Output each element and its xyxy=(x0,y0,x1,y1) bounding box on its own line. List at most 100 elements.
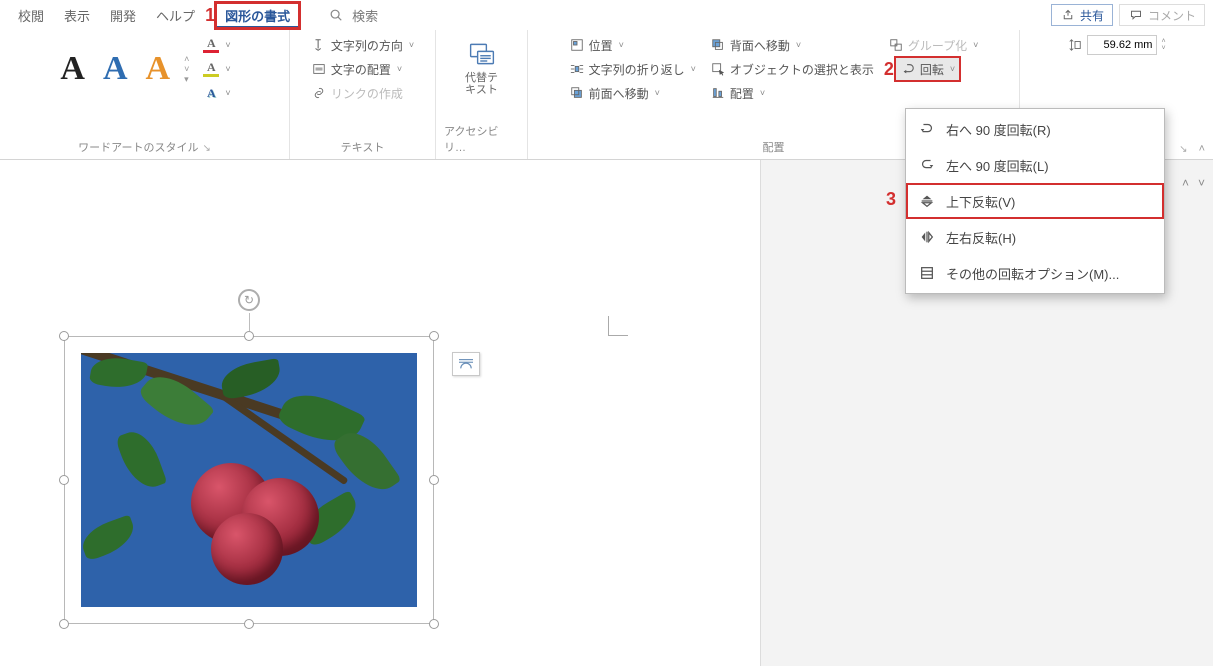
callout-1: 1 xyxy=(205,5,215,26)
group-accessibility: 代替テキスト アクセシビリ… xyxy=(436,30,528,159)
height-input[interactable] xyxy=(1087,35,1157,55)
alt-text-icon xyxy=(466,38,498,70)
align-text-label: 文字の配置 xyxy=(331,61,391,78)
resize-handle[interactable] xyxy=(59,475,69,485)
wordart-sample-2[interactable]: A xyxy=(97,50,134,88)
text-outline-button[interactable]: A ˅ xyxy=(199,58,234,80)
page-canvas[interactable]: ↻ xyxy=(0,160,760,666)
resize-handle[interactable] xyxy=(59,331,69,341)
tab-view[interactable]: 表示 xyxy=(54,2,100,29)
scroll-down-icon[interactable]: ˅ xyxy=(1198,176,1205,190)
chevron-down-icon: ˅ xyxy=(760,88,765,98)
chevron-down-icon: ˅ xyxy=(796,40,801,50)
tab-shape-format[interactable]: 図形の書式 xyxy=(215,2,300,29)
share-button[interactable]: 共有 xyxy=(1051,4,1113,26)
rotate-icon xyxy=(900,61,916,77)
wordart-sample-1[interactable]: A xyxy=(54,50,91,88)
search-icon xyxy=(328,7,344,23)
selection-pane-button[interactable]: オブジェクトの選択と表示 xyxy=(706,58,878,80)
text-direction-button[interactable]: 文字列の方向 ˅ xyxy=(307,34,418,56)
height-spinner[interactable]: ˄˅ xyxy=(1161,38,1165,52)
flip-horizontal[interactable]: 左右反転(H) xyxy=(906,219,1164,255)
chevron-down-icon: ˅ xyxy=(225,88,230,98)
group-icon xyxy=(888,37,904,53)
search-label: 検索 xyxy=(352,6,378,25)
group-text: 文字列の方向 ˅ 文字の配置 ˅ リンクの作成 テキスト xyxy=(290,30,436,159)
text-direction-icon xyxy=(311,37,327,53)
send-backward-button[interactable]: 背面へ移動˅ xyxy=(706,34,878,56)
layout-options-chip[interactable] xyxy=(452,352,480,376)
comment-button[interactable]: コメント xyxy=(1119,4,1205,26)
rotate-right-icon xyxy=(918,120,936,138)
dialog-launcher-icon[interactable]: ↘ xyxy=(1179,144,1187,155)
resize-handle[interactable] xyxy=(429,475,439,485)
wrap-text-icon xyxy=(569,61,585,77)
group-objects-button[interactable]: グループ化˅ xyxy=(884,34,983,56)
wordart-sample-3[interactable]: A xyxy=(140,50,177,88)
text-fill-icon: A xyxy=(203,37,219,53)
text-effects-icon: A xyxy=(203,85,219,101)
selection-pane-label: オブジェクトの選択と表示 xyxy=(730,61,874,78)
resize-handle[interactable] xyxy=(244,331,254,341)
resize-handle[interactable] xyxy=(429,331,439,341)
collapse-ribbon-icon[interactable]: ˄ xyxy=(1199,143,1205,155)
rotate-right-90[interactable]: 右へ 90 度回転(R) xyxy=(906,111,1164,147)
wordart-gallery[interactable]: A A A ˄˅▾ xyxy=(54,50,189,88)
dialog-launcher-icon[interactable]: ↘ xyxy=(202,143,210,154)
tab-developer[interactable]: 開発 xyxy=(100,2,146,29)
align-text-icon xyxy=(311,61,327,77)
bring-forward-button[interactable]: 前面へ移動 ˅ xyxy=(565,82,700,104)
chevron-down-icon: ˅ xyxy=(691,64,696,74)
wordart-gallery-more[interactable]: ˄˅▾ xyxy=(184,55,189,83)
search-area[interactable]: 検索 xyxy=(328,6,378,25)
selection-pane-icon xyxy=(710,61,726,77)
resize-handle[interactable] xyxy=(244,619,254,629)
rotate-label: 回転 xyxy=(920,61,944,78)
position-button[interactable]: 位置˅ xyxy=(565,34,700,56)
callout-3: 3 xyxy=(886,189,896,210)
share-label: 共有 xyxy=(1080,7,1104,24)
bring-forward-label: 前面へ移動 xyxy=(589,85,649,102)
align-text-button[interactable]: 文字の配置 ˅ xyxy=(307,58,418,80)
text-outline-icon: A xyxy=(203,61,219,77)
comment-label: コメント xyxy=(1148,7,1196,24)
selected-picture[interactable]: ↻ xyxy=(64,336,434,624)
resize-handle[interactable] xyxy=(429,619,439,629)
wrap-text-button[interactable]: 文字列の折り返し˅ xyxy=(565,58,700,80)
alt-text-button[interactable]: 代替テキスト xyxy=(452,34,512,100)
chevron-down-icon: ˅ xyxy=(225,64,230,74)
rotate-left-90[interactable]: 左へ 90 度回転(L) xyxy=(906,147,1164,183)
height-icon xyxy=(1067,37,1083,53)
tab-help[interactable]: ヘルプ xyxy=(146,2,205,29)
chevron-down-icon: ˅ xyxy=(619,40,624,50)
chevron-down-icon: ˅ xyxy=(409,40,414,50)
chevron-down-icon: ˅ xyxy=(973,40,978,50)
callout-2: 2 xyxy=(884,59,894,80)
comment-icon xyxy=(1128,7,1144,23)
flip-horizontal-icon xyxy=(918,228,936,246)
create-link-button[interactable]: リンクの作成 xyxy=(307,82,418,104)
tab-proofreading[interactable]: 校閲 xyxy=(8,2,54,29)
text-fill-button[interactable]: A ˅ xyxy=(199,34,234,56)
flip-vertical-label: 上下反転(V) xyxy=(946,192,1015,211)
text-effects-button[interactable]: A ˅ xyxy=(199,82,234,104)
height-box[interactable]: ˄˅ xyxy=(1067,34,1165,56)
rotation-handle[interactable]: ↻ xyxy=(238,289,260,311)
text-cursor-mark xyxy=(608,316,628,336)
rotate-dropdown: 右へ 90 度回転(R) 左へ 90 度回転(L) 3 上下反転(V) 左右反転… xyxy=(905,108,1165,294)
rotate-right-label: 右へ 90 度回転(R) xyxy=(946,120,1051,139)
group-wordart: A A A ˄˅▾ A ˅ A ˅ A ˅ ワードアートのスタイ xyxy=(0,30,290,159)
chevron-down-icon: ˅ xyxy=(655,88,660,98)
share-icon xyxy=(1060,7,1076,23)
scroll-up-icon[interactable]: ˄ xyxy=(1182,176,1189,190)
flip-vertical[interactable]: 上下反転(V) xyxy=(906,183,1164,219)
group-label-text: テキスト xyxy=(341,136,385,159)
resize-handle[interactable] xyxy=(59,619,69,629)
rotate-button[interactable]: 回転 ˅ xyxy=(896,58,959,80)
align-label: 配置 xyxy=(730,85,754,102)
flip-horizontal-label: 左右反転(H) xyxy=(946,228,1016,247)
chevron-down-icon: ˅ xyxy=(950,64,955,74)
more-rotation-options[interactable]: その他の回転オプション(M)... xyxy=(906,255,1164,291)
more-rotation-icon xyxy=(918,264,936,282)
align-button[interactable]: 配置 ˅ xyxy=(706,82,878,104)
